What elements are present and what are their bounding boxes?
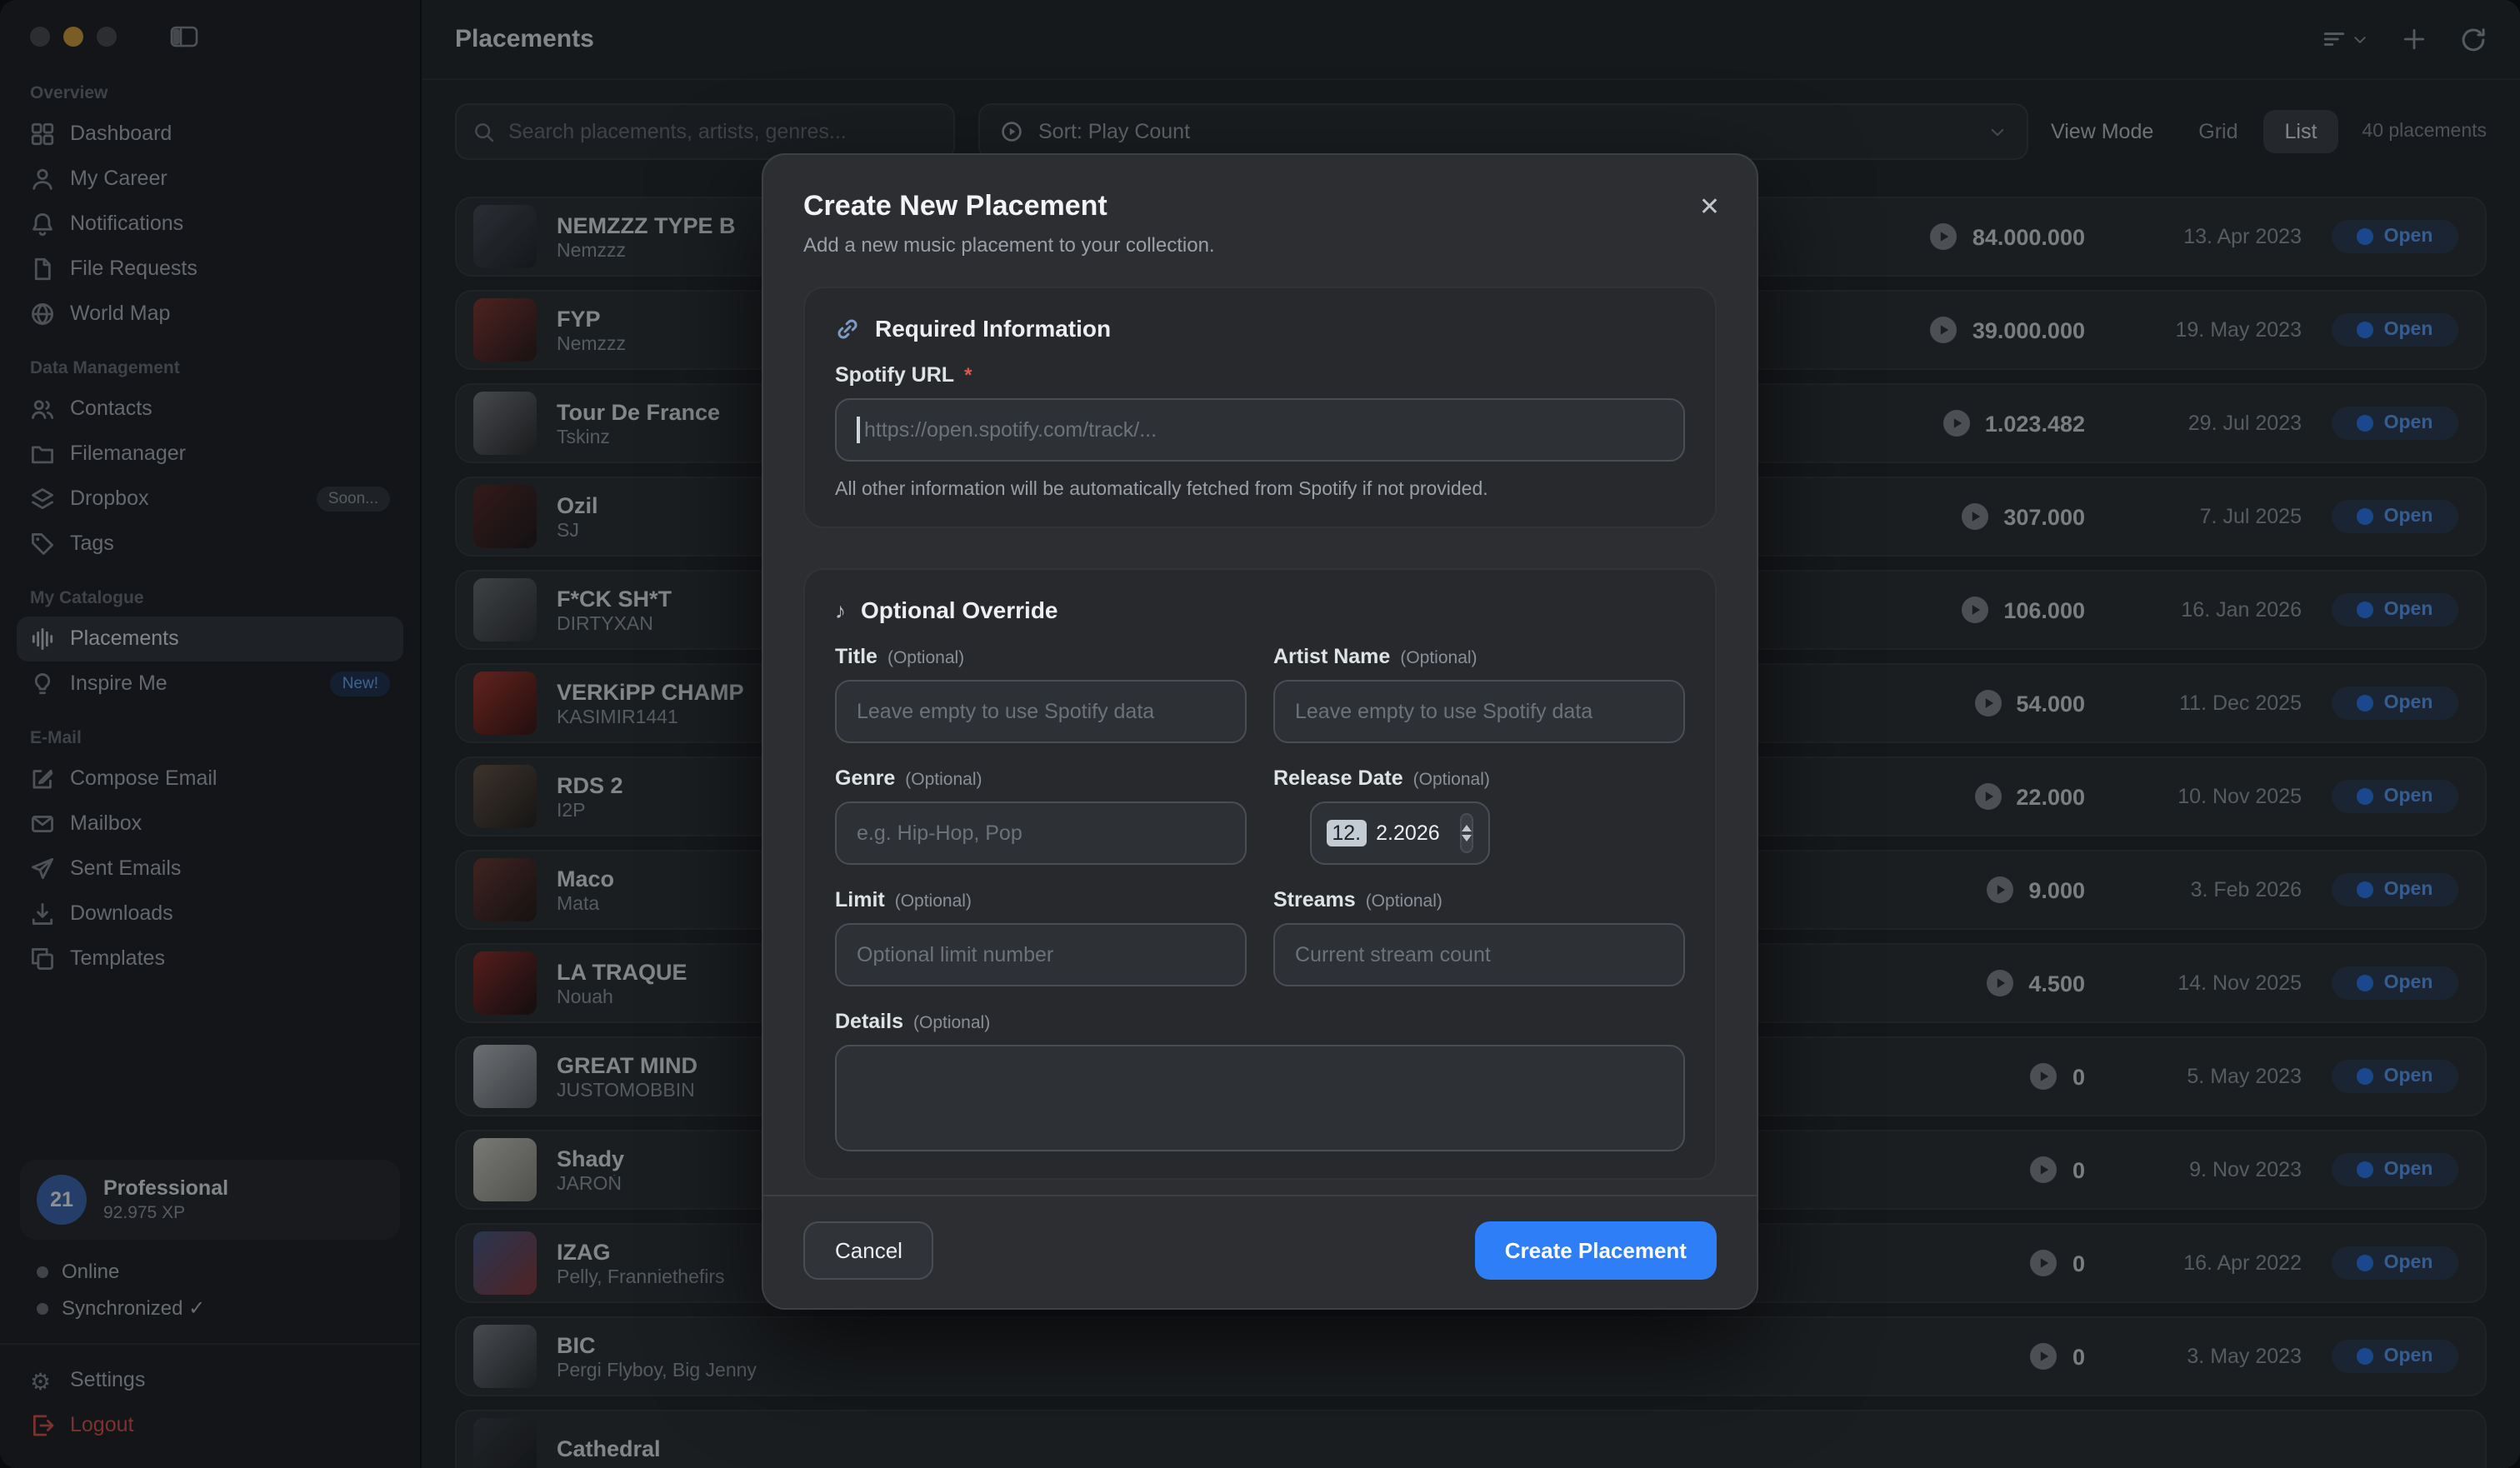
cancel-button[interactable]: Cancel: [803, 1221, 934, 1280]
date-stepper[interactable]: [1460, 813, 1473, 853]
stepper-down-icon[interactable]: [1462, 835, 1472, 841]
close-icon[interactable]: ✕: [1699, 192, 1720, 222]
artist-name-input[interactable]: Leave empty to use Spotify data: [1273, 680, 1685, 743]
date-month-year-segment[interactable]: 2.2026: [1376, 821, 1439, 845]
release-date-input[interactable]: 12. 2.2026: [1310, 801, 1490, 865]
optional-override-header: ♪ Optional Override: [835, 597, 1685, 623]
genre-label: Genre(Optional): [835, 766, 1247, 790]
date-day-segment[interactable]: 12.: [1327, 820, 1366, 846]
modal-subtitle: Add a new music placement to your collec…: [803, 233, 1717, 257]
text-caret: [857, 417, 859, 443]
required-info-card: Required Information Spotify URL * https…: [803, 287, 1717, 528]
modal-header: Create New Placement Add a new music pla…: [763, 155, 1757, 277]
details-label: Details(Optional): [835, 1010, 1685, 1033]
genre-input[interactable]: e.g. Hip-Hop, Pop: [835, 801, 1247, 865]
limit-label: Limit(Optional): [835, 888, 1247, 911]
title-input[interactable]: Leave empty to use Spotify data: [835, 680, 1247, 743]
modal-body: Required Information Spotify URL * https…: [763, 277, 1757, 1195]
spotify-url-label: Spotify URL *: [835, 363, 1685, 387]
release-date-label: Release Date(Optional): [1273, 766, 1685, 790]
create-placement-modal: Create New Placement Add a new music pla…: [762, 153, 1758, 1310]
modal-footer: Cancel Create Placement: [763, 1195, 1757, 1308]
required-asterisk: *: [964, 363, 972, 387]
spotify-url-placeholder: https://open.spotify.com/track/...: [864, 418, 1157, 442]
streams-input[interactable]: Current stream count: [1273, 923, 1685, 986]
spotify-url-input[interactable]: https://open.spotify.com/track/...: [835, 398, 1685, 462]
required-info-header: Required Information: [835, 315, 1685, 342]
modal-title: Create New Placement: [803, 190, 1717, 223]
link-icon: [835, 316, 860, 341]
streams-label: Streams(Optional): [1273, 888, 1685, 911]
artist-name-label: Artist Name(Optional): [1273, 645, 1685, 668]
limit-input[interactable]: Optional limit number: [835, 923, 1247, 986]
auto-fetch-note: All other information will be automatica…: [835, 480, 1685, 500]
details-textarea[interactable]: [835, 1045, 1685, 1151]
create-placement-button[interactable]: Create Placement: [1475, 1221, 1717, 1280]
music-note-icon: ♪: [835, 597, 846, 622]
stepper-up-icon[interactable]: [1462, 825, 1472, 831]
optional-override-card: ♪ Optional Override Title(Optional) Leav…: [803, 568, 1717, 1180]
app-window: Overview Dashboard My Career Notificatio…: [0, 0, 2520, 1468]
title-label: Title(Optional): [835, 645, 1247, 668]
